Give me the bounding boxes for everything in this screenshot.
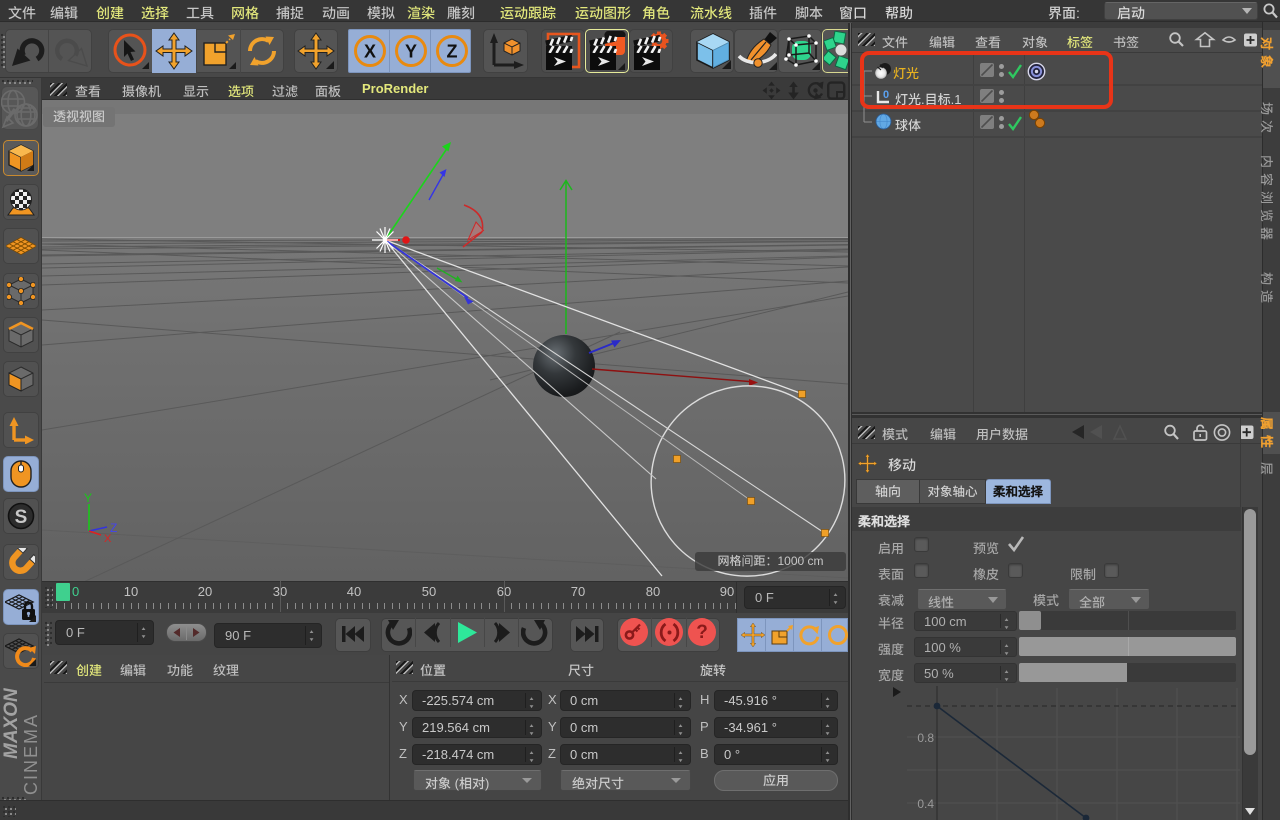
svg-text:Y: Y <box>405 42 417 62</box>
svg-text:X: X <box>364 42 376 62</box>
svg-text:X: X <box>104 533 112 545</box>
svg-text:Z: Z <box>447 42 458 62</box>
svg-text:0.4: 0.4 <box>917 797 934 811</box>
svg-text:0.8: 0.8 <box>917 731 934 745</box>
svg-text:Y: Y <box>84 491 92 505</box>
svg-text:S: S <box>15 507 28 528</box>
